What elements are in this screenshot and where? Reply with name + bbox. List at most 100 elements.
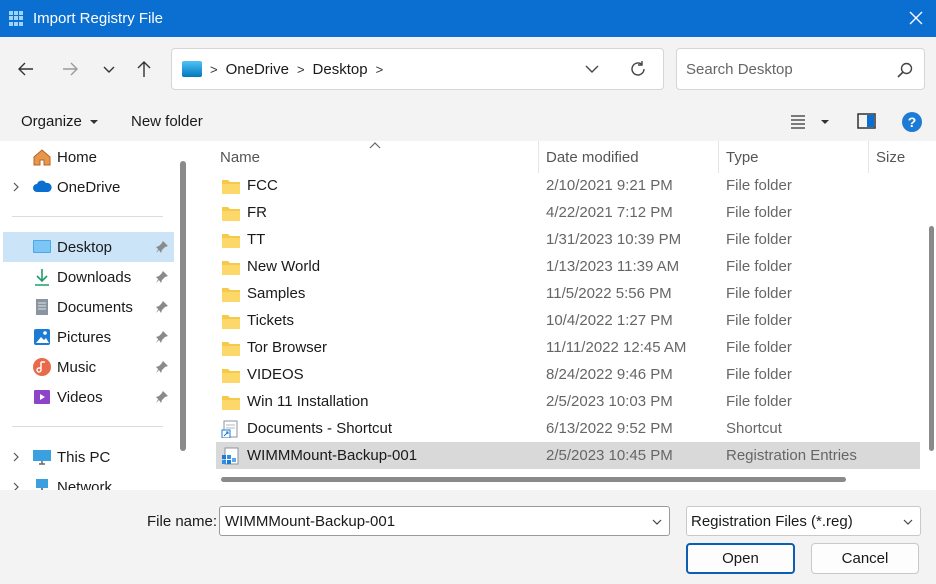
file-name: Tor Browser [247,339,328,356]
address-bar[interactable]: > OneDrive > Desktop > [171,48,664,90]
file-date-modified: 2/10/2021 9:21 PM [546,177,673,194]
download-icon [35,269,49,286]
file-name: FR [247,204,267,221]
chevron-right-icon[interactable] [10,481,22,490]
chevron-right-icon[interactable]: > [376,62,384,77]
folder-icon [222,179,240,194]
pin-icon[interactable] [155,330,169,344]
file-row[interactable]: FCC 2/10/2021 9:21 PM File folder [216,172,920,199]
file-row[interactable]: WIMMMount-Backup-001 2/5/2023 10:45 PM Reg… [216,442,920,469]
help-button[interactable]: ? [901,111,923,132]
videos-icon [34,390,50,404]
file-row[interactable]: FR 4/22/2021 7:12 PM File folder [216,199,920,226]
sidebar-item-home[interactable]: Home [0,142,174,172]
recent-locations-button[interactable] [96,56,122,82]
file-name: WIMMMount-Backup-001 [247,447,418,464]
cloud-icon [33,180,52,192]
file-date-modified: 2/5/2023 10:45 PM [546,447,673,464]
search-input[interactable] [686,60,886,78]
navigation-pane: Home OneDrive Desktop Downloads Document… [0,141,190,490]
file-date-modified: 4/22/2021 7:12 PM [546,204,673,221]
file-name: VIDEOS [247,366,304,383]
column-header-date-modified[interactable]: Date modified [539,141,718,173]
chevron-right-icon[interactable] [10,181,22,193]
forward-button[interactable] [57,56,83,82]
file-row[interactable]: New World 1/13/2023 11:39 AM File folder [216,253,920,280]
close-button[interactable] [904,6,928,30]
file-date-modified: 1/31/2023 10:39 PM [546,231,682,248]
refresh-button[interactable] [627,58,649,80]
chevron-right-icon: > [296,61,305,77]
file-row[interactable]: Documents - Shortcut 6/13/2022 9:52 PM Sho… [216,415,920,442]
file-name-input[interactable] [225,512,625,530]
folder-icon [222,395,240,410]
file-name-combobox[interactable] [219,506,670,536]
address-history-dropdown[interactable] [581,58,603,80]
sidebar-item-onedrive[interactable]: OneDrive [0,172,174,202]
view-options-dropdown[interactable] [819,111,831,131]
sidebar-item-downloads[interactable]: Downloads [0,262,174,292]
file-name: New World [247,258,321,275]
breadcrumb-desktop[interactable]: Desktop [313,61,368,78]
sidebar-item-network[interactable]: Network [0,472,174,490]
column-header-size[interactable]: Size [869,141,936,173]
computer-icon [33,450,51,465]
command-bar: Organize New folder ? [0,101,936,141]
sidebar-item-label: Videos [57,388,103,406]
pin-icon[interactable] [155,270,169,284]
sidebar-item-videos[interactable]: Videos [0,382,174,412]
file-date-modified: 11/5/2022 5:56 PM [546,285,672,302]
preview-pane-icon [857,113,876,129]
caret-down-icon [90,120,99,125]
vertical-scrollbar[interactable] [929,226,934,451]
file-type: Registration Entries [726,447,857,464]
preview-pane-button[interactable] [856,111,878,131]
folder-icon [222,260,240,275]
folder-icon [222,233,240,248]
sidebar-item-documents[interactable]: Documents [0,292,174,322]
file-row[interactable]: Samples 11/5/2022 5:56 PM File folder [216,280,920,307]
search-icon [896,61,914,79]
sidebar-item-label: Network [57,478,113,491]
file-type: File folder [726,393,792,410]
sidebar-item-music[interactable]: Music [0,352,174,382]
file-row[interactable]: Tickets 10/4/2022 1:27 PM File folder [216,307,920,334]
sidebar-scrollbar[interactable] [180,161,186,451]
back-button[interactable] [13,56,39,82]
file-type: File folder [726,258,792,275]
pictures-icon [34,329,50,345]
column-header-type[interactable]: Type [719,141,868,173]
sidebar-item-desktop[interactable]: Desktop [3,232,174,262]
up-button[interactable] [131,56,157,82]
shortcut-icon [221,420,238,438]
organize-menu[interactable]: Organize [21,113,99,130]
search-box[interactable] [676,48,925,90]
file-date-modified: 10/4/2022 1:27 PM [546,312,673,329]
column-header-name[interactable]: Name [213,141,538,173]
help-icon: ? [902,112,922,132]
file-row[interactable]: Win 11 Installation 2/5/2023 10:03 PM File… [216,388,920,415]
file-type-select[interactable]: Registration Files (*.reg) [686,506,921,536]
file-row[interactable]: VIDEOS 8/24/2022 9:46 PM File folder [216,361,920,388]
sidebar-item-this-pc[interactable]: This PC [0,442,174,472]
new-folder-button[interactable]: New folder [131,113,203,130]
chevron-down-icon[interactable] [651,516,663,528]
open-button[interactable]: Open [686,543,795,574]
chevron-down-icon [903,519,913,525]
horizontal-scrollbar[interactable] [221,477,846,482]
file-row[interactable]: TT 1/31/2023 10:39 PM File folder [216,226,920,253]
chevron-right-icon[interactable] [10,451,22,463]
sidebar-item-pictures[interactable]: Pictures [0,322,174,352]
pin-icon[interactable] [155,240,169,254]
folder-icon [222,287,240,302]
view-options-button[interactable] [789,111,811,131]
cancel-button[interactable]: Cancel [811,543,919,574]
file-type-value: Registration Files (*.reg) [691,512,853,530]
breadcrumb-onedrive[interactable]: OneDrive [226,61,289,78]
pin-icon[interactable] [155,360,169,374]
pin-icon[interactable] [155,390,169,404]
registry-editor-icon [9,10,25,27]
file-row[interactable]: Tor Browser 11/11/2022 12:45 AM File folde… [216,334,920,361]
pin-icon[interactable] [155,300,169,314]
file-type: File folder [726,339,792,356]
